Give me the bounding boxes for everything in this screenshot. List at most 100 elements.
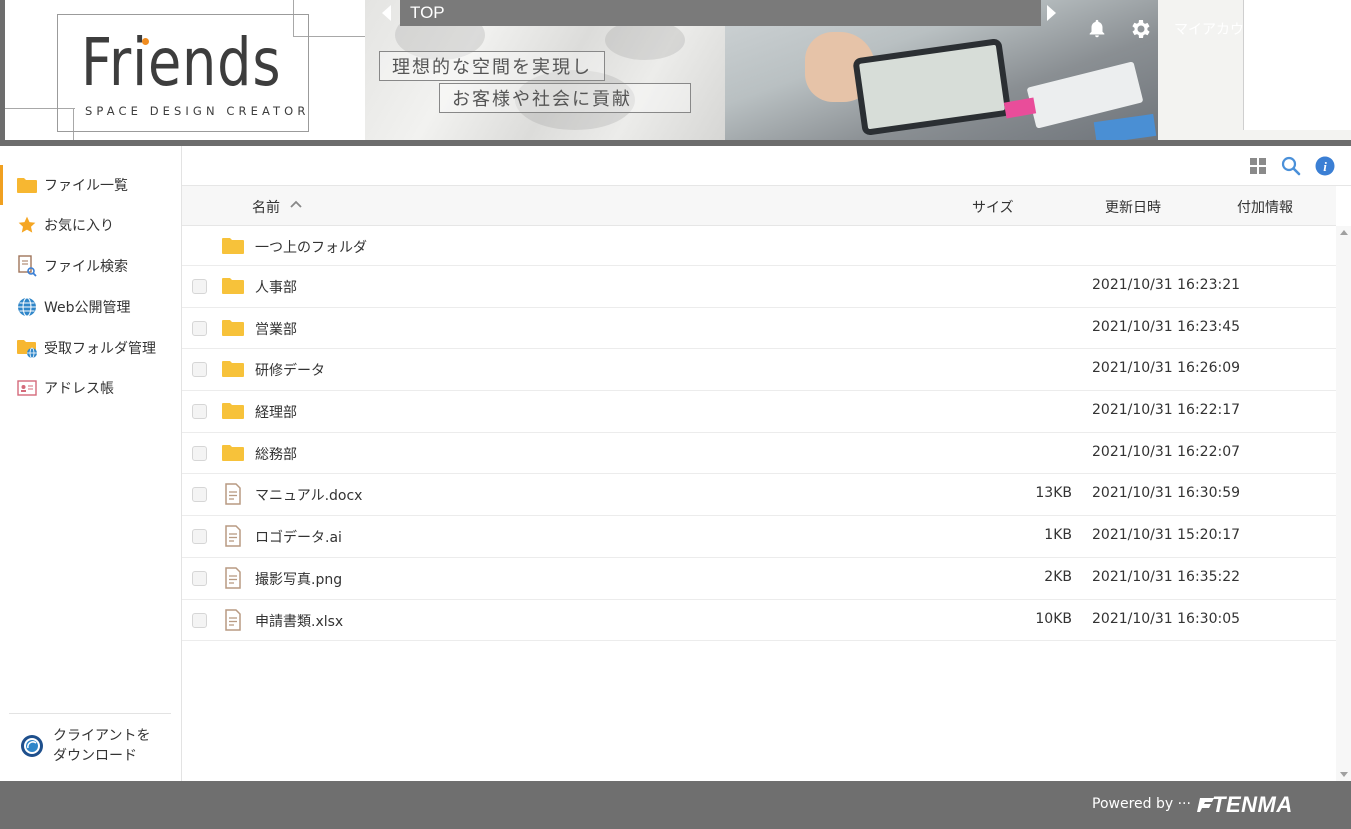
sidebar: ファイル一覧 お気に入り ファイル検索 Web公開管理 受取フォルダ管理 アドレ… <box>0 146 182 781</box>
table-row[interactable]: マニュアル.docx 13KB 2021/10/31 16:30:59 <box>182 474 1336 517</box>
grid-view-icon[interactable] <box>1248 156 1268 176</box>
logo: Friends <box>81 24 282 101</box>
file-name[interactable]: 撮影写真.png <box>255 569 342 589</box>
logo-subtitle: SPACE DESIGN CREATOR <box>85 104 310 118</box>
parent-folder-row[interactable]: 一つ上のフォルダ <box>182 226 1336 266</box>
table-row[interactable]: 申請書類.xlsx 10KB 2021/10/31 16:30:05 <box>182 600 1336 642</box>
table-row[interactable]: 撮影写真.png 2KB 2021/10/31 16:35:22 <box>182 558 1336 600</box>
row-checkbox[interactable] <box>192 320 207 336</box>
sidebar-item-label: 受取フォルダ管理 <box>44 341 156 357</box>
column-extra-info[interactable]: 付加情報 <box>1237 197 1293 217</box>
header-banner: Friends SPACE DESIGN CREATOR 理想的な空間を実現し … <box>0 0 1351 146</box>
my-account-link[interactable]: マイアカウント <box>1174 19 1244 39</box>
sidebar-item-receive-folder[interactable]: 受取フォルダ管理 <box>0 328 181 368</box>
file-size: 1KB <box>1044 527 1072 544</box>
file-updated: 2021/10/31 16:22:17 <box>1092 402 1241 419</box>
address-book-icon <box>16 377 38 399</box>
file-icon <box>225 525 241 547</box>
column-updated[interactable]: 更新日時 <box>1105 197 1161 217</box>
scroll-down-arrow[interactable] <box>1340 772 1348 777</box>
row-checkbox[interactable] <box>192 445 207 461</box>
download-client-icon <box>21 735 43 757</box>
file-updated: 2021/10/31 16:26:09 <box>1092 360 1241 377</box>
footer: Powered by ··· TENMA <box>0 781 1351 829</box>
table-row[interactable]: 営業部 2021/10/31 16:23:45 <box>182 308 1336 350</box>
sidebar-item-address-book[interactable]: アドレス帳 <box>0 368 181 408</box>
file-size: 2KB <box>1044 568 1072 585</box>
star-icon <box>16 214 38 236</box>
row-checkbox[interactable] <box>192 612 207 628</box>
scrollbar[interactable] <box>1336 226 1351 781</box>
file-name[interactable]: ロゴデータ.ai <box>255 527 342 547</box>
folder-icon <box>222 444 244 461</box>
folder-icon <box>222 361 244 378</box>
sidebar-divider <box>9 713 171 714</box>
file-name[interactable]: 人事部 <box>255 277 297 297</box>
sidebar-item-favorites[interactable]: お気に入り <box>0 205 181 245</box>
tagline-1: 理想的な空間を実現し <box>379 51 605 81</box>
row-checkbox[interactable] <box>192 362 207 378</box>
folder-icon <box>222 319 244 336</box>
gear-icon[interactable] <box>1128 17 1152 41</box>
file-name[interactable]: 申請書類.xlsx <box>255 611 343 631</box>
table-row[interactable]: 人事部 2021/10/31 16:23:21 <box>182 266 1336 308</box>
bell-icon[interactable] <box>1086 17 1108 41</box>
file-icon <box>225 608 241 631</box>
file-name[interactable]: 研修データ <box>255 360 325 380</box>
powered-by-text: Powered by ··· <box>1092 796 1191 812</box>
file-name[interactable]: 経理部 <box>255 402 297 422</box>
tagline-2: お客様や社会に貢献 <box>439 83 691 113</box>
scroll-up-arrow[interactable] <box>1340 230 1348 235</box>
file-name[interactable]: 営業部 <box>255 319 297 339</box>
svg-text:i: i <box>1323 159 1327 174</box>
file-updated: 2021/10/31 16:23:21 <box>1092 277 1241 293</box>
file-updated: 2021/10/31 16:30:59 <box>1092 485 1241 502</box>
row-checkbox[interactable] <box>192 279 207 294</box>
search-icon[interactable] <box>1281 156 1301 176</box>
sidebar-item-label: ファイル検索 <box>44 259 128 275</box>
download-client-label: クライアントを ダウンロード <box>53 728 151 764</box>
tenma-logo-mark-icon <box>1197 798 1214 812</box>
next-arrow-icon[interactable] <box>1047 5 1056 21</box>
file-updated: 2021/10/31 16:22:07 <box>1092 443 1241 460</box>
row-checkbox[interactable] <box>192 404 207 420</box>
sidebar-item-label: アドレス帳 <box>44 381 114 397</box>
sidebar-item-label: ファイル一覧 <box>44 178 128 194</box>
file-updated: 2021/10/31 16:30:05 <box>1092 610 1241 627</box>
table-row[interactable]: ロゴデータ.ai 1KB 2021/10/31 15:20:17 <box>182 516 1336 558</box>
file-name[interactable]: 総務部 <box>255 444 297 464</box>
sidebar-item-label: Web公開管理 <box>44 300 131 316</box>
file-updated: 2021/10/31 15:20:17 <box>1092 527 1241 544</box>
globe-icon <box>16 296 38 318</box>
file-updated: 2021/10/31 16:23:45 <box>1092 318 1241 335</box>
folder-icon <box>222 403 244 420</box>
sidebar-item-file-search[interactable]: ファイル検索 <box>0 246 181 286</box>
file-name[interactable]: マニュアル.docx <box>255 485 362 505</box>
download-client-button[interactable]: クライアントを ダウンロード <box>20 726 150 766</box>
breadcrumb-top[interactable]: TOP <box>410 3 445 23</box>
toolbar: i <box>182 146 1351 186</box>
receive-folder-icon <box>16 337 38 359</box>
table-row[interactable]: 総務部 2021/10/31 16:22:07 <box>182 433 1336 475</box>
file-search-icon <box>16 255 38 277</box>
sidebar-item-file-list[interactable]: ファイル一覧 <box>0 165 181 205</box>
row-checkbox[interactable] <box>192 570 207 586</box>
parent-folder-label[interactable]: 一つ上のフォルダ <box>255 237 367 257</box>
sort-ascending-icon[interactable] <box>289 199 303 209</box>
logo-dot <box>142 38 149 45</box>
sidebar-item-web-publish[interactable]: Web公開管理 <box>0 287 181 327</box>
column-name[interactable]: 名前 <box>252 197 280 217</box>
row-checkbox[interactable] <box>192 487 207 503</box>
column-size[interactable]: サイズ <box>972 197 1014 217</box>
table-header: 名前 サイズ 更新日時 付加情報 <box>182 186 1336 226</box>
row-checkbox[interactable] <box>192 529 207 545</box>
file-icon <box>225 567 241 589</box>
prev-arrow-icon[interactable] <box>382 5 391 21</box>
file-size: 10KB <box>1035 610 1072 627</box>
table-row[interactable]: 研修データ 2021/10/31 16:26:09 <box>182 349 1336 392</box>
folder-icon <box>222 238 244 254</box>
file-icon <box>225 483 241 506</box>
table-row[interactable]: 経理部 2021/10/31 16:22:17 <box>182 391 1336 433</box>
sidebar-item-label: お気に入り <box>44 218 114 234</box>
info-icon[interactable]: i <box>1315 156 1335 176</box>
